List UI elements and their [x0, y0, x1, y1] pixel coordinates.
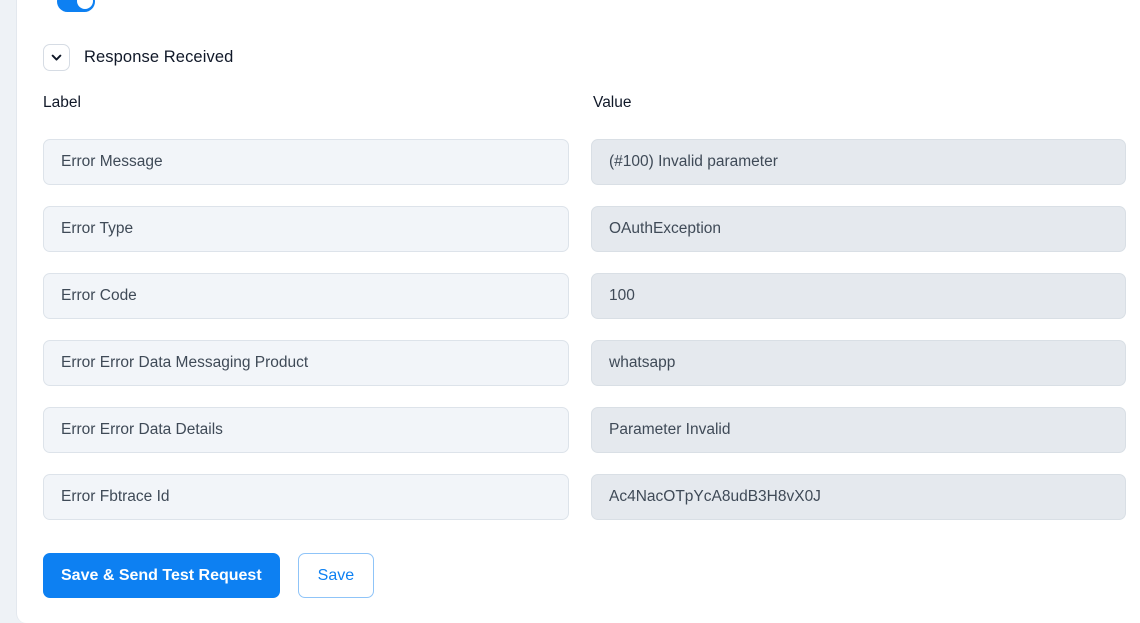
value-text: 100 [609, 287, 635, 304]
clipped-toggle-row [43, 0, 603, 14]
chevron-down-icon[interactable] [43, 44, 70, 71]
app-shell: Response Received Label Value Error Mess… [0, 0, 1140, 623]
value-textarea[interactable]: 100 [591, 273, 1126, 319]
field-row: Error Fbtrace Id Ac4NacOTpYcA8udB3H8vX0J [43, 474, 1126, 520]
toggle-knob [76, 0, 93, 9]
value-textarea[interactable]: (#100) Invalid parameter [591, 139, 1126, 185]
label-input[interactable]: Error Error Data Details [43, 407, 569, 453]
label-input[interactable]: Error Code [43, 273, 569, 319]
field-row: Error Error Data Details Parameter Invali… [43, 407, 1126, 453]
field-rows-list: Error Message (#100) Invalid parameter Err… [43, 139, 1126, 541]
column-headers: Label Value [43, 94, 1124, 112]
label-input[interactable]: Error Error Data Messaging Product [43, 340, 569, 386]
field-row: Error Error Data Messaging Product whatsa… [43, 340, 1126, 386]
section-header: Response Received [43, 44, 233, 71]
save-button[interactable]: Save [297, 553, 375, 598]
field-row: Error Message (#100) Invalid parameter [43, 139, 1126, 185]
value-textarea[interactable]: OAuthException [591, 206, 1126, 252]
field-row: Error Type OAuthException [43, 206, 1126, 252]
section-title: Response Received [84, 48, 234, 66]
field-row: Error Code 100 [43, 273, 1126, 319]
value-text: OAuthException [609, 220, 722, 237]
resize-grip-icon[interactable] [1110, 438, 1122, 450]
value-text: Ac4NacOTpYcA8udB3H8vX0J [609, 488, 821, 505]
value-textarea[interactable]: Ac4NacOTpYcA8udB3H8vX0J [591, 474, 1126, 520]
resize-grip-icon[interactable] [1110, 170, 1122, 182]
value-text: Parameter Invalid [609, 421, 731, 438]
value-textarea[interactable]: Parameter Invalid [591, 407, 1126, 453]
column-header-value: Value [593, 94, 632, 111]
value-text: (#100) Invalid parameter [609, 153, 778, 170]
value-textarea[interactable]: whatsapp [591, 340, 1126, 386]
resize-grip-icon[interactable] [1110, 304, 1122, 316]
resize-grip-icon[interactable] [1110, 505, 1122, 517]
save-and-send-test-request-button[interactable]: Save & Send Test Request [43, 553, 280, 598]
resize-grip-icon[interactable] [1110, 237, 1122, 249]
value-text: whatsapp [609, 354, 676, 371]
left-rail [0, 0, 16, 623]
label-input[interactable]: Error Type [43, 206, 569, 252]
label-input[interactable]: Error Fbtrace Id [43, 474, 569, 520]
actions-row: Save & Send Test Request Save [43, 553, 375, 598]
label-input[interactable]: Error Message [43, 139, 569, 185]
resize-grip-icon[interactable] [1110, 371, 1122, 383]
content-panel: Response Received Label Value Error Mess… [16, 0, 1140, 623]
column-header-label: Label [43, 94, 81, 111]
toggle-switch-on-icon[interactable] [57, 0, 95, 12]
